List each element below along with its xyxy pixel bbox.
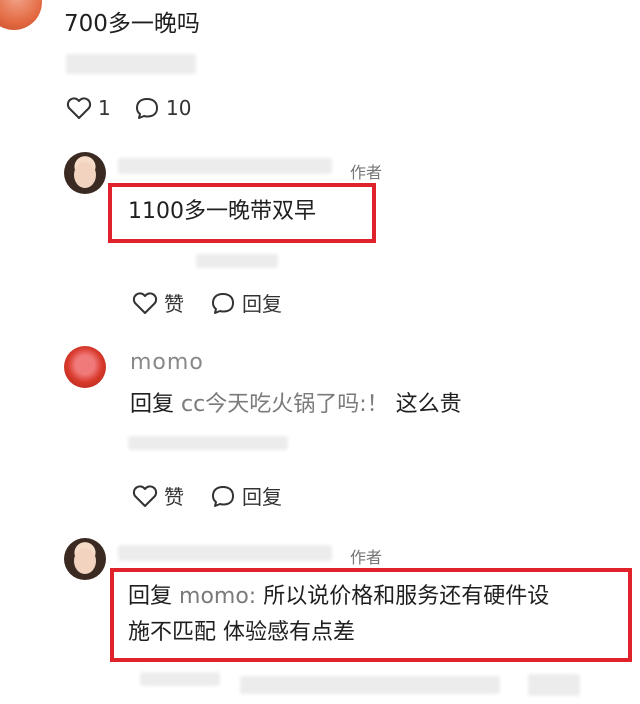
like-label: 赞 [164, 292, 184, 316]
author-tag: 作者 [350, 548, 383, 567]
blurred-meta [128, 436, 288, 450]
momo-avatar[interactable] [64, 346, 106, 388]
blurred-meta [196, 254, 278, 268]
blurred-username [118, 158, 332, 174]
author-tag: 作者 [350, 163, 383, 182]
comment-bubble-icon [212, 485, 234, 507]
reply-text-line2: 施不匹配 体验感有点差 [128, 620, 355, 645]
comment-bubble-icon [136, 98, 158, 119]
like-button[interactable]: 赞 [132, 481, 184, 510]
reply-count-button[interactable]: 10 [134, 96, 191, 120]
reply-text-line1: 回复 momo: 所以说价格和服务还有硬件设 [128, 580, 549, 614]
commenter-avatar[interactable] [0, 0, 42, 30]
reply-label: 回复 [242, 485, 282, 509]
username[interactable]: momo [130, 350, 204, 375]
comment-text: 700多一晚吗 [64, 11, 200, 37]
author-avatar[interactable] [64, 538, 106, 580]
blurred-username [118, 545, 332, 561]
reply-body: 所以说价格和服务还有硬件设 [263, 584, 550, 609]
like-button[interactable]: 1 [66, 96, 111, 120]
blurred-meta [140, 672, 220, 686]
reply-label: 回复 [242, 292, 282, 316]
like-button[interactable]: 赞 [132, 288, 184, 317]
author-avatar[interactable] [64, 152, 106, 194]
mention-link[interactable]: cc今天吃火锅了吗:！ [181, 392, 389, 417]
like-label: 赞 [164, 485, 184, 509]
blurred-meta [66, 54, 196, 74]
comment-bubble-icon [212, 292, 234, 314]
mention-link[interactable]: momo: [179, 584, 256, 609]
reply-button[interactable]: 回复 [210, 288, 282, 317]
reply-button[interactable]: 回复 [210, 481, 282, 510]
reply-prefix: 回复 [130, 392, 175, 417]
heart-icon [66, 97, 92, 119]
reply-text: 1100多一晚带双早 [128, 199, 316, 224]
blurred-meta [240, 676, 500, 694]
blurred-meta [528, 674, 580, 696]
like-count: 1 [98, 96, 111, 120]
heart-icon [132, 291, 158, 314]
reply-body: 这么贵 [395, 392, 462, 417]
heart-icon [132, 484, 158, 507]
reply-text: 回复 cc今天吃火锅了吗:！ 这么贵 [130, 388, 462, 422]
reply-prefix: 回复 [128, 584, 173, 609]
reply-count: 10 [166, 96, 192, 120]
